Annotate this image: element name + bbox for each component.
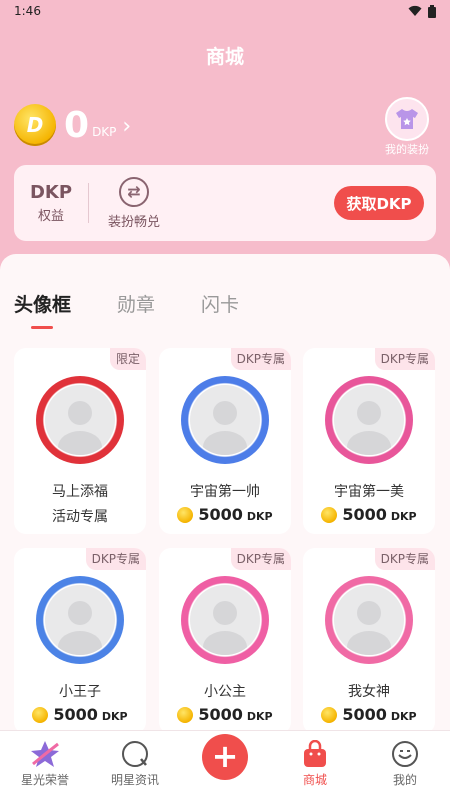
item-tag: DKP专属 (230, 348, 291, 370)
star-icon (31, 741, 59, 767)
price-unit: DKP (101, 710, 128, 723)
price: 5000 DKP (303, 705, 435, 724)
nav-label: 商城 (302, 773, 327, 787)
category-tabs: 头像框 勋章 闪卡 (14, 290, 285, 329)
user-silhouette-icon (203, 601, 247, 655)
item-tag: 限定 (109, 348, 146, 370)
nav-label: 星光荣誉 (20, 773, 69, 787)
avatar-frame-icon (325, 376, 413, 464)
price-value: 5000 (198, 705, 243, 724)
price-unit: DKP (246, 710, 273, 723)
exchange-label: 装扮畅兑 (107, 214, 160, 230)
benefit-label: 权益 (37, 209, 64, 224)
avatar-placeholder (45, 585, 115, 655)
user-silhouette-icon (58, 401, 102, 455)
page-title: 商城 (205, 46, 244, 68)
battery-icon (428, 4, 436, 18)
tab-avatar-frame[interactable]: 头像框 (14, 290, 71, 329)
avatar-frame-icon (36, 376, 124, 464)
status-bar: 1:46 (0, 0, 450, 22)
avatar-frame-card[interactable]: DKP专属 小公主 5000 DKP (159, 548, 291, 734)
item-name: 马上添福 (52, 484, 108, 500)
user-silhouette-icon (203, 401, 247, 455)
dkp-benefit[interactable]: DKP 权益 (14, 182, 88, 224)
price-value: 5000 (342, 705, 387, 724)
wifi-icon (408, 5, 422, 16)
user-silhouette-icon (58, 601, 102, 655)
price: 5000 DKP (159, 505, 291, 524)
avatar-placeholder (190, 585, 260, 655)
tab-flash-card[interactable]: 闪卡 (201, 290, 239, 317)
price-value: 5000 (53, 705, 98, 724)
nav-item-profile[interactable]: 我的 (360, 739, 450, 788)
status-time: 1:46 (14, 4, 41, 18)
avatar-frame-card[interactable]: DKP专属 宇宙第一美 5000 DKP (303, 348, 435, 534)
dkp-coin-icon: D (14, 104, 56, 146)
exchange-icon: ⇄ (119, 176, 149, 207)
avatar-frame-card[interactable]: 限定 马上添福 活动专属 (14, 348, 146, 534)
coin-icon (177, 706, 194, 723)
profile-icon (392, 741, 418, 767)
balance-unit: DKP (92, 125, 117, 139)
avatar-frame-icon (181, 376, 269, 464)
price: 5000 DKP (159, 705, 291, 724)
bottom-nav: 星光荣誉 明星资讯 + 商城 我的 (0, 730, 450, 800)
price: 5000 DKP (14, 705, 146, 724)
coin-icon (321, 506, 338, 523)
avatar-frame-icon (325, 576, 413, 664)
item-tag: DKP专属 (374, 348, 435, 370)
avatar-placeholder (45, 385, 115, 455)
balance-row[interactable]: D 0 DKP › (14, 104, 131, 146)
nav-label: 明星资讯 (110, 773, 159, 787)
coin-icon (177, 506, 194, 523)
avatar-frame-card[interactable]: DKP专属 小王子 5000 DKP (14, 548, 146, 734)
price-unit: DKP (390, 710, 417, 723)
my-outfit-button[interactable]: 我的装扮 (378, 97, 436, 157)
coin-icon (32, 706, 49, 723)
item-name: 我女神 (348, 684, 390, 700)
my-outfit-label: 我的装扮 (385, 143, 429, 156)
price-unit: DKP (246, 510, 273, 523)
price: 5000 DKP (303, 505, 435, 524)
item-tag: DKP专属 (374, 548, 435, 570)
news-icon (122, 741, 148, 767)
item-name: 小公主 (204, 684, 246, 700)
price-value: 5000 (342, 505, 387, 524)
avatar-placeholder (334, 585, 404, 655)
avatar-frame-card[interactable]: DKP专属 宇宙第一帅 5000 DKP (159, 348, 291, 534)
item-tag: DKP专属 (230, 548, 291, 570)
coin-icon (321, 706, 338, 723)
item-name: 小王子 (59, 684, 101, 700)
divider (88, 183, 89, 223)
tshirt-icon (385, 97, 429, 141)
nav-label: 我的 (392, 773, 417, 787)
user-silhouette-icon (347, 601, 391, 655)
nav-item-shop[interactable]: 商城 (270, 739, 360, 788)
avatar-frame-icon (181, 576, 269, 664)
shop-bag-icon (304, 740, 326, 767)
avatar-placeholder (190, 385, 260, 455)
nav-item-star-news[interactable]: 明星资讯 (90, 739, 180, 788)
avatar-placeholder (334, 385, 404, 455)
price-unit: DKP (390, 510, 417, 523)
avatar-frame-icon (36, 576, 124, 664)
chevron-right-icon: › (122, 113, 132, 139)
price-value: 5000 (198, 505, 243, 524)
status-icons (408, 4, 436, 18)
benefit-card: DKP 权益 ⇄ 装扮畅兑 获取DKP (14, 165, 436, 241)
user-silhouette-icon (347, 401, 391, 455)
item-name: 宇宙第一帅 (190, 484, 260, 500)
dkp-label: DKP (29, 182, 73, 203)
item-name: 宇宙第一美 (334, 484, 404, 500)
nav-item-star-honor[interactable]: 星光荣誉 (0, 739, 90, 788)
item-subtitle: 活动专属 (52, 509, 108, 525)
avatar-frame-card[interactable]: DKP专属 我女神 5000 DKP (303, 548, 435, 734)
item-tag: DKP专属 (85, 548, 146, 570)
balance-value: 0 (64, 104, 90, 146)
plus-icon[interactable]: + (202, 734, 248, 780)
tab-medal[interactable]: 勋章 (117, 290, 155, 317)
get-dkp-button[interactable]: 获取DKP (334, 186, 424, 220)
outfit-exchange[interactable]: ⇄ 装扮畅兑 (91, 176, 177, 230)
